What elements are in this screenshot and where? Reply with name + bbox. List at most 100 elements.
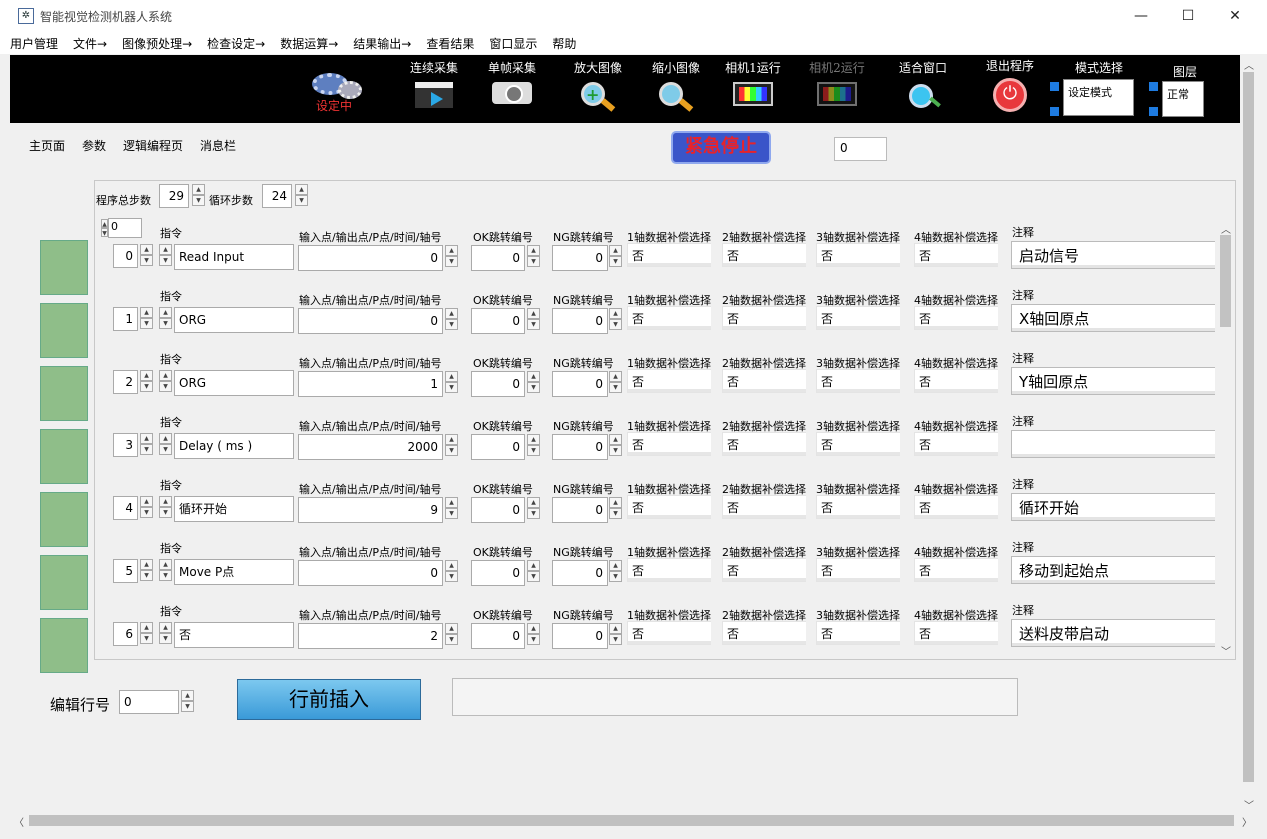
axis3-comp-select[interactable]: 否 (816, 558, 900, 582)
menu-preprocess[interactable]: 图像预处理→ (122, 35, 192, 52)
axis4-comp-select[interactable]: 否 (914, 369, 998, 393)
row-index[interactable]: 3 (113, 433, 138, 457)
row-index-spinner[interactable]: ▲ ▼ (140, 433, 153, 455)
ng-jump-spinner[interactable]: ▲ ▼ (609, 308, 622, 330)
camera2-run-button[interactable]: 相机2运行 (802, 59, 872, 106)
zoom-out-button[interactable]: 缩小图像 (644, 59, 708, 112)
axis3-comp-select[interactable]: 否 (816, 369, 900, 393)
row-index[interactable]: 1 (113, 307, 138, 331)
axis4-comp-select[interactable]: 否 (914, 306, 998, 330)
emergency-stop-button[interactable]: 紧急停止 (671, 131, 771, 164)
ng-jump-spinner[interactable]: ▲ ▼ (609, 560, 622, 582)
horizontal-scrollbar[interactable]: 〈 〉 (10, 812, 1257, 829)
ok-jump-spinner[interactable]: ▲ ▼ (527, 245, 540, 267)
mode-select[interactable]: 设定模式 (1063, 79, 1134, 116)
ok-jump-spinner[interactable]: ▲ ▼ (527, 560, 540, 582)
loop-steps-field[interactable]: 24 (262, 184, 292, 208)
row-index-spinner[interactable]: ▲ ▼ (140, 559, 153, 581)
axis2-comp-select[interactable]: 否 (722, 243, 806, 267)
io-value-field[interactable]: 0 (298, 245, 443, 271)
row-index-spinner[interactable]: ▲ ▼ (140, 622, 153, 644)
row-index[interactable]: 5 (113, 559, 138, 583)
scroll-right-icon[interactable]: 〉 (1242, 814, 1252, 829)
axis1-comp-select[interactable]: 否 (627, 306, 711, 330)
ng-jump-spinner[interactable]: ▲ ▼ (609, 623, 622, 645)
zoom-in-button[interactable]: 放大图像 + (566, 59, 630, 112)
command-field[interactable]: ORG (174, 307, 294, 333)
axis4-comp-select[interactable]: 否 (914, 432, 998, 456)
ng-jump-field[interactable]: 0 (552, 434, 608, 460)
note-field[interactable]: 送料皮带启动 (1011, 619, 1215, 647)
ng-jump-spinner[interactable]: ▲ ▼ (609, 497, 622, 519)
tab-main[interactable]: 主页面 (29, 137, 65, 154)
axis1-comp-select[interactable]: 否 (627, 369, 711, 393)
ok-jump-field[interactable]: 0 (471, 245, 525, 271)
fit-window-button[interactable]: 适合窗口 (888, 59, 958, 112)
minimize-button[interactable]: — (1118, 0, 1164, 32)
ok-jump-field[interactable]: 0 (471, 434, 525, 460)
axis2-comp-select[interactable]: 否 (722, 621, 806, 645)
window-scroll-thumb[interactable] (1243, 72, 1254, 782)
scroll-down-icon[interactable]: ﹀ (1244, 797, 1254, 812)
edit-row-spinner[interactable]: ▲ ▼ (181, 690, 194, 712)
top-value-field[interactable]: 0 (834, 137, 887, 161)
row-index-spinner[interactable]: ▲ ▼ (140, 244, 153, 266)
axis3-comp-select[interactable]: 否 (816, 495, 900, 519)
axis3-comp-select[interactable]: 否 (816, 243, 900, 267)
panel-scroll-thumb[interactable] (1220, 235, 1231, 327)
horizontal-scroll-thumb[interactable] (29, 815, 1234, 826)
cmd-spinner[interactable]: ▲ ▼ (159, 622, 172, 644)
axis1-comp-select[interactable]: 否 (627, 558, 711, 582)
command-field[interactable]: 否 (174, 622, 294, 648)
total-steps-field[interactable]: 29 (159, 184, 189, 208)
io-value-field[interactable]: 2000 (298, 434, 443, 460)
ok-jump-spinner[interactable]: ▲ ▼ (527, 308, 540, 330)
axis4-comp-select[interactable]: 否 (914, 243, 998, 267)
window-scrollbar[interactable]: ︿ ﹀ (1240, 55, 1257, 813)
scroll-up-icon[interactable]: ︿ (1221, 221, 1231, 236)
axis2-comp-select[interactable]: 否 (722, 306, 806, 330)
row-index[interactable]: 2 (113, 370, 138, 394)
menu-window[interactable]: 窗口显示 (489, 35, 537, 52)
io-value-field[interactable]: 1 (298, 371, 443, 397)
ok-jump-spinner[interactable]: ▲ ▼ (527, 623, 540, 645)
axis2-comp-select[interactable]: 否 (722, 558, 806, 582)
note-field[interactable] (1011, 430, 1215, 458)
scroll-left-icon[interactable]: 〈 (14, 814, 24, 829)
settings-gear-icon[interactable]: 设定中 (308, 69, 374, 119)
cmd-spinner[interactable]: ▲ ▼ (159, 433, 172, 455)
menu-inspection[interactable]: 检查设定→ (207, 35, 265, 52)
menu-file[interactable]: 文件→ (73, 35, 107, 52)
note-field[interactable]: X轴回原点 (1011, 304, 1215, 332)
ng-jump-field[interactable]: 0 (552, 308, 608, 334)
row-index[interactable]: 6 (113, 622, 138, 646)
row-index-spinner[interactable]: ▲ ▼ (140, 370, 153, 392)
io-spinner[interactable]: ▲ ▼ (445, 497, 458, 519)
ok-jump-spinner[interactable]: ▲ ▼ (527, 497, 540, 519)
close-button[interactable]: ✕ (1212, 0, 1258, 32)
ng-jump-spinner[interactable]: ▲ ▼ (609, 434, 622, 456)
io-spinner[interactable]: ▲ ▼ (445, 560, 458, 582)
cmd-spinner[interactable]: ▲ ▼ (159, 307, 172, 329)
command-field[interactable]: 循环开始 (174, 496, 294, 522)
tab-messages[interactable]: 消息栏 (200, 137, 236, 154)
ng-jump-field[interactable]: 0 (552, 623, 608, 649)
single-capture-button[interactable]: 单帧采集 (480, 59, 544, 104)
axis4-comp-select[interactable]: 否 (914, 558, 998, 582)
io-spinner[interactable]: ▲ ▼ (445, 245, 458, 267)
command-field[interactable]: Move P点 (174, 559, 294, 585)
tab-params[interactable]: 参数 (82, 137, 106, 154)
ok-jump-field[interactable]: 0 (471, 308, 525, 334)
ok-jump-spinner[interactable]: ▲ ▼ (527, 434, 540, 456)
start-index-spinner[interactable]: ▲ ▼ (101, 219, 108, 237)
maximize-button[interactable]: ☐ (1165, 0, 1211, 32)
cmd-spinner[interactable]: ▲ ▼ (159, 559, 172, 581)
insert-before-button[interactable]: 行前插入 (237, 679, 421, 720)
io-value-field[interactable]: 2 (298, 623, 443, 649)
row-index-spinner[interactable]: ▲ ▼ (140, 496, 153, 518)
ng-jump-field[interactable]: 0 (552, 245, 608, 271)
ok-jump-field[interactable]: 0 (471, 623, 525, 649)
menu-user[interactable]: 用户管理 (10, 35, 58, 52)
axis1-comp-select[interactable]: 否 (627, 243, 711, 267)
axis4-comp-select[interactable]: 否 (914, 495, 998, 519)
